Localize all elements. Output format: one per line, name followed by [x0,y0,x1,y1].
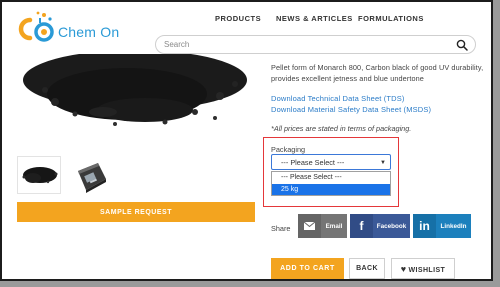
add-to-cart-button[interactable]: ADD TO CART [271,258,344,279]
tds-download-link[interactable]: Download Technical Data Sheet (TDS) [271,94,405,103]
share-email-button[interactable]: Email [298,214,347,238]
logo[interactable]: Chem On [14,10,124,46]
page-frame: Chem On PRODUCTS NEWS & ARTICLES FORMULA… [0,0,493,281]
share-facebook-button[interactable]: f Facebook [350,214,410,238]
nav-news-articles[interactable]: NEWS & ARTICLES [276,14,353,23]
sample-request-button[interactable]: SAMPLE REQUEST [17,202,255,222]
linkedin-icon: in [413,214,436,238]
packaging-dropdown-list: --- Please Select --- 25 kg [271,171,391,196]
logo-mark-icon [18,11,54,42]
msds-download-link[interactable]: Download Material Safety Data Sheet (MSD… [271,105,431,114]
packaging-label: Packaging [271,145,306,154]
packaging-select[interactable]: --- Please Select --- ▼ [271,154,391,170]
facebook-icon: f [350,214,373,238]
wishlist-label: WISHLIST [408,266,446,274]
packaging-thumbnail-image [78,163,106,193]
share-label: Share [271,224,291,233]
nav-products[interactable]: PRODUCTS [215,14,261,23]
search-icon[interactable] [456,39,468,51]
prices-note: *All prices are stated in terms of packa… [271,124,412,133]
search-bar [155,35,476,54]
product-description: Pellet form of Monarch 800, Carbon black… [271,63,484,83]
thumbnail-packaging[interactable] [67,156,111,194]
email-icon [298,214,321,238]
pellets-thumbnail-image [22,167,58,184]
search-input[interactable] [164,38,444,51]
share-linkedin-button[interactable]: in LinkedIn [413,214,471,238]
caret-down-icon: ▼ [380,160,386,166]
product-image [15,54,255,149]
share-email-label: Email [325,223,343,230]
thumbnail-pellets[interactable] [17,156,61,194]
share-facebook-label: Facebook [376,223,407,230]
share-linkedin-label: LinkedIn [440,223,467,230]
brand-name: Chem On [58,24,120,40]
nav-formulations[interactable]: FORMULATIONS [358,14,424,23]
heart-icon: ♥ [400,263,407,274]
wishlist-button[interactable]: ♥ WISHLIST [391,258,455,279]
packaging-option-25kg[interactable]: 25 kg [272,183,390,195]
packaging-select-value: --- Please Select --- [281,158,345,167]
back-button[interactable]: BACK [349,258,385,279]
packaging-option-please-select[interactable]: --- Please Select --- [272,172,390,184]
